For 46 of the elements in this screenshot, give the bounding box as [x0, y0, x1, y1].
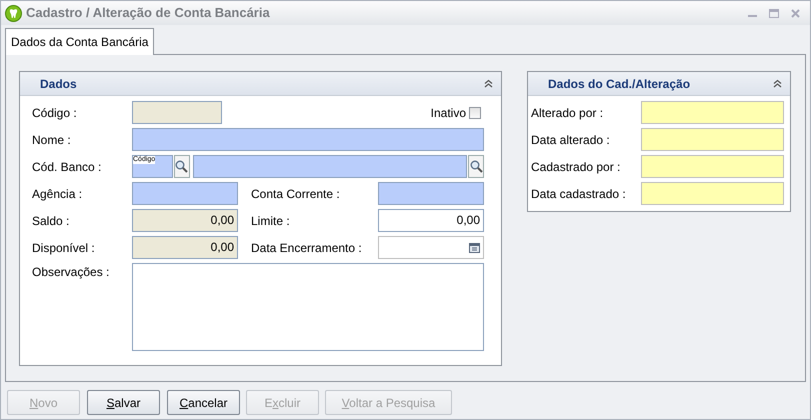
- maximize-icon[interactable]: [769, 8, 779, 18]
- field-label: Saldo :: [32, 212, 70, 230]
- input-field[interactable]: [132, 101, 222, 124]
- field-label: Data Encerramento :: [251, 240, 363, 256]
- input-field[interactable]: 0,00: [132, 209, 238, 232]
- field-label: Conta Corrente :: [251, 186, 341, 202]
- input-field[interactable]: [641, 128, 784, 151]
- group-title: Dados: [40, 76, 77, 92]
- field-label: Data alterado :: [531, 132, 611, 148]
- app-icon: [5, 4, 22, 22]
- window-title: Cadastro / Alteração de Conta Bancária: [26, 4, 270, 22]
- checkbox-label: Inativo: [430, 104, 466, 122]
- field-label: Data cadastrado :: [531, 186, 627, 202]
- input-field[interactable]: [378, 236, 484, 259]
- calendar-icon[interactable]: [469, 242, 480, 253]
- field-label: Código :: [32, 104, 78, 122]
- input-field[interactable]: [378, 182, 484, 205]
- lookup-button[interactable]: [174, 155, 190, 178]
- input-field[interactable]: [641, 101, 784, 124]
- field-label: Cadastrado por :: [531, 158, 622, 176]
- close-icon[interactable]: [791, 8, 800, 18]
- input-field[interactable]: [641, 155, 784, 178]
- button[interactable]: Salvar: [87, 390, 160, 415]
- input-field[interactable]: [132, 128, 484, 151]
- input-field[interactable]: [132, 182, 238, 205]
- field-label: Limite :: [251, 212, 291, 230]
- field-label: Alterado por :: [531, 104, 604, 122]
- search-icon: [470, 160, 483, 173]
- input-field[interactable]: 0,00: [378, 209, 484, 232]
- input-field[interactable]: [192, 155, 468, 178]
- group-title: Dados do Cad./Alteração: [548, 76, 690, 92]
- input-field[interactable]: [132, 263, 484, 351]
- button[interactable]: Cancelar: [167, 390, 240, 415]
- input-field[interactable]: [641, 182, 784, 205]
- checkbox[interactable]: [469, 106, 481, 118]
- field-label: Cód. Banco :: [32, 158, 102, 176]
- lookup-button[interactable]: [468, 155, 484, 178]
- collapse-icon[interactable]: [484, 79, 493, 88]
- input-field[interactable]: 0,00: [132, 236, 238, 259]
- tab[interactable]: Dados da Conta Bancária: [5, 28, 154, 55]
- field-label: Observações :: [32, 264, 110, 281]
- field-label: Nome :: [32, 132, 72, 148]
- field-label: Agência :: [32, 186, 84, 202]
- search-icon: [175, 160, 188, 173]
- collapse-icon[interactable]: [773, 79, 782, 88]
- field-label: Disponível :: [32, 240, 96, 256]
